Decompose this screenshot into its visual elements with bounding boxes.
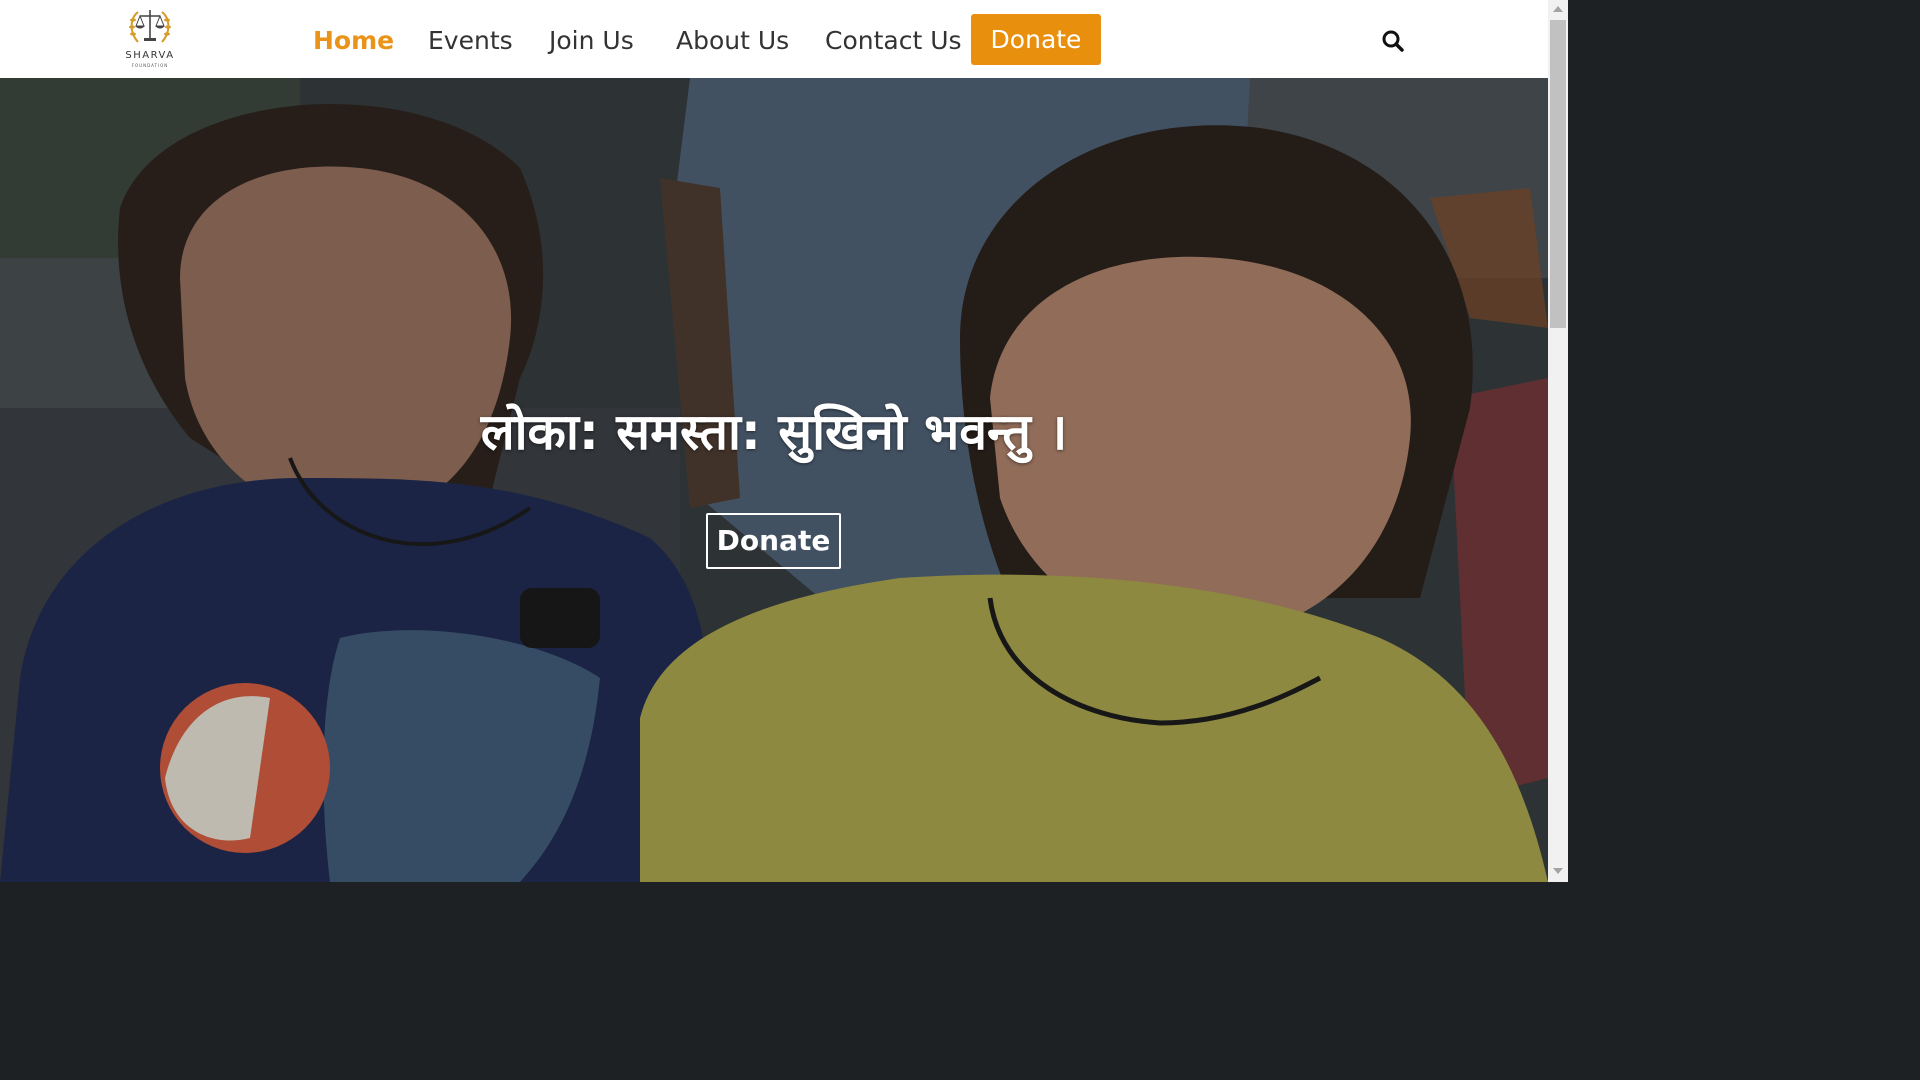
nav-events[interactable]: Events [428,26,513,56]
search-button[interactable] [1380,28,1406,54]
nav-about-us[interactable]: About Us [676,26,789,56]
logo-link[interactable]: SHARVA FOUNDATION [118,4,182,70]
scrollbar-thumb[interactable] [1550,20,1566,328]
nav-join-us[interactable]: Join Us [549,26,634,56]
site-header: SHARVA FOUNDATION Home Events Join Us Ab… [0,0,1548,78]
vertical-scrollbar[interactable] [1548,0,1568,882]
nav-home[interactable]: Home [313,26,394,56]
logo-subtitle: FOUNDATION [131,63,169,68]
scroll-up-arrow-icon[interactable] [1553,6,1563,12]
logo-wordmark: SHARVA [125,50,175,61]
nav-contact-us[interactable]: Contact Us [825,26,962,56]
scroll-down-arrow-icon[interactable] [1553,868,1563,874]
search-icon [1382,30,1404,52]
hero-donate-button[interactable]: Donate [706,513,841,569]
hero-overlay [0,78,1548,882]
hero-title: लोका: समस्ता: सुखिनो भवन्तु । [480,403,1068,461]
scales-of-justice-laurel-icon [129,10,171,43]
header-donate-button[interactable]: Donate [971,14,1101,65]
hero-banner: लोका: समस्ता: सुखिनो भवन्तु । Donate [0,78,1548,882]
